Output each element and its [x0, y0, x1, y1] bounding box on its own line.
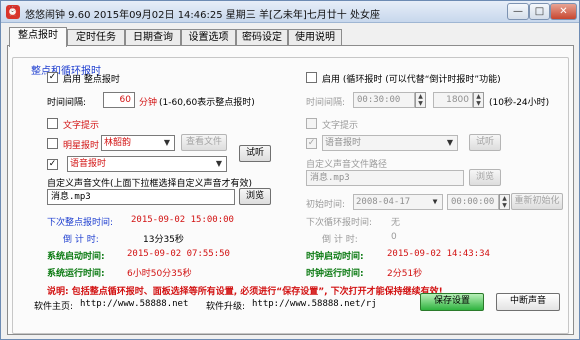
tab-settings[interactable]: 设置选项: [181, 29, 236, 46]
init-time-input[interactable]: 00:00:00: [447, 194, 499, 210]
tab-scheduled-tasks[interactable]: 定时任务: [67, 29, 125, 46]
browse-button[interactable]: 浏览: [239, 188, 271, 205]
home-page-link[interactable]: http://www.58888.net: [80, 299, 188, 309]
loop-seconds-hint: (10秒-24小时): [489, 98, 550, 108]
next-chime-value: 2015-09-02 15:00:00: [131, 215, 234, 225]
title-bar: ⏰ 悠悠闹钟 9.60 2015年09月02日 14:46:25 星期三 羊[乙…: [1, 1, 579, 23]
tab-panel: 整点和循环报时 ✓ 启用 整点报时 时间间隔: 60 分钟 (1-60,60表示…: [7, 45, 574, 335]
clock-start-value: 2015-09-02 14:43:34: [387, 249, 490, 259]
init-time-spinner[interactable]: ▲ ▼: [499, 194, 510, 210]
chevron-down-icon: ▼: [215, 159, 223, 168]
spin-down-icon: ▼: [476, 100, 481, 107]
spin-up-icon: ▲: [418, 93, 423, 100]
next-chime-label: 下次整点报时间:: [47, 218, 114, 228]
clock-start-label: 时钟启动时间:: [306, 252, 364, 262]
next-loop-label: 下次循环报时间:: [306, 218, 373, 228]
chevron-down-icon: ▼: [446, 138, 454, 147]
enable-loop-checkbox[interactable]: [306, 72, 317, 83]
next-loop-value: 无: [391, 218, 401, 228]
voice-chime-checkbox[interactable]: ✓: [47, 159, 58, 170]
loop-interval-spinner[interactable]: ▲ ▼: [415, 92, 426, 108]
countdown-label: 倒 计 时:: [63, 235, 99, 245]
home-page-label: 软件主页:: [34, 302, 74, 312]
init-time-label: 初始时间:: [306, 200, 346, 210]
reinit-button[interactable]: 重新初始化: [511, 193, 563, 210]
window-title: 悠悠闹钟 9.60 2015年09月02日 14:46:25 星期三 羊[乙未年…: [25, 10, 380, 21]
loop-voice-value: 语音报时: [325, 138, 362, 148]
star-chime-checkbox[interactable]: [47, 138, 58, 149]
interval-label: 时间间隔:: [47, 98, 87, 108]
interval-hint: (1-60,60表示整点报时): [159, 98, 255, 108]
loop-interval-label: 时间间隔:: [306, 98, 346, 108]
star-voice-select[interactable]: 林韶韵 ▼: [101, 135, 175, 151]
alarm-clock-icon: ⏰: [6, 5, 20, 19]
loop-countdown-label: 倒 计 时:: [322, 235, 358, 245]
text-tip-checkbox[interactable]: [47, 118, 58, 129]
loop-voice-select[interactable]: 语音报时 ▼: [322, 135, 458, 151]
chime-group-box: 整点和循环报时 ✓ 启用 整点报时 时间间隔: 60 分钟 (1-60,60表示…: [12, 57, 569, 334]
loop-voice-checkbox[interactable]: ✓: [306, 138, 317, 149]
system-start-value: 2015-09-02 07:55:50: [127, 249, 230, 259]
enable-loop-label: 启用 (循环报时 (可以代替“倒计时报时”功能): [322, 75, 501, 85]
loop-text-tip-checkbox[interactable]: [306, 118, 317, 129]
loop-browse-button[interactable]: 浏览: [469, 169, 501, 186]
minimize-button[interactable]: —: [507, 3, 529, 20]
custom-file-input[interactable]: 消息.mp3: [47, 189, 235, 205]
close-button[interactable]: ✕: [550, 3, 577, 20]
tab-help[interactable]: 使用说明: [288, 29, 342, 46]
loop-seconds-spinner[interactable]: ▲ ▼: [473, 92, 484, 108]
chevron-down-icon: ▼: [432, 197, 438, 206]
loop-listen-button[interactable]: 试听: [469, 134, 501, 151]
tab-date-query[interactable]: 日期查询: [125, 29, 181, 46]
voice-chime-select[interactable]: 语音报时 ▼: [67, 156, 227, 172]
loop-custom-path-label: 自定义声音文件路径: [306, 160, 388, 170]
loop-seconds-input[interactable]: 1800: [433, 92, 473, 108]
enable-hourly-checkbox[interactable]: ✓: [47, 72, 58, 83]
spin-down-icon: ▼: [502, 202, 507, 209]
interval-minutes-input[interactable]: 60: [103, 92, 135, 108]
system-run-value: 6小时50分35秒: [127, 269, 192, 279]
clock-run-label: 时钟运行时间:: [306, 269, 364, 279]
spin-up-icon: ▲: [476, 93, 481, 100]
system-start-label: 系统启动时间:: [47, 252, 105, 262]
settings-note: 说明: 包括整点循环报时、面板选择等所有设置, 必须进行“保存设置”, 下次打开…: [47, 287, 443, 297]
voice-chime-value: 语音报时: [70, 159, 107, 169]
upgrade-label: 软件升级:: [206, 302, 246, 312]
tab-password[interactable]: 密码设定: [236, 29, 288, 46]
upgrade-link[interactable]: http://www.58888.net/rj: [252, 299, 377, 309]
spin-up-icon: ▲: [502, 195, 507, 202]
countdown-value: 13分35秒: [143, 235, 184, 245]
loop-countdown-value: 0: [391, 232, 397, 242]
enable-hourly-label: 启用 整点报时: [63, 75, 120, 85]
interval-unit: 分钟: [139, 98, 158, 108]
loop-interval-input[interactable]: 00:30:00: [353, 92, 415, 108]
spin-down-icon: ▼: [418, 100, 423, 107]
text-tip-label: 文字提示: [63, 121, 100, 131]
clock-run-value: 2分51秒: [387, 269, 423, 279]
star-voice-value: 林韶韵: [104, 138, 132, 148]
custom-file-label: 自定义声音文件(上面下拉框选择自定义声音才有效): [47, 179, 253, 189]
init-date-select[interactable]: 2008-04-17 ▼: [353, 194, 443, 210]
listen-button[interactable]: 试听: [239, 145, 271, 162]
system-run-label: 系统运行时间:: [47, 269, 105, 279]
app-window: ⏰ 悠悠闹钟 9.60 2015年09月02日 14:46:25 星期三 羊[乙…: [0, 0, 580, 340]
view-file-button[interactable]: 查看文件: [181, 134, 227, 151]
init-date-value: 2008-04-17: [356, 197, 411, 207]
save-settings-button[interactable]: 保存设置: [420, 293, 484, 311]
loop-custom-file-input[interactable]: 消息.mp3: [306, 170, 464, 186]
tab-hourly-chime[interactable]: 整点报时: [9, 27, 67, 47]
chevron-down-icon: ▼: [163, 138, 171, 147]
loop-text-tip-label: 文字提示: [322, 121, 359, 131]
maximize-button[interactable]: □: [529, 3, 550, 20]
star-chime-label: 明星报时: [63, 141, 100, 151]
stop-sound-button[interactable]: 中断声音: [496, 293, 560, 311]
